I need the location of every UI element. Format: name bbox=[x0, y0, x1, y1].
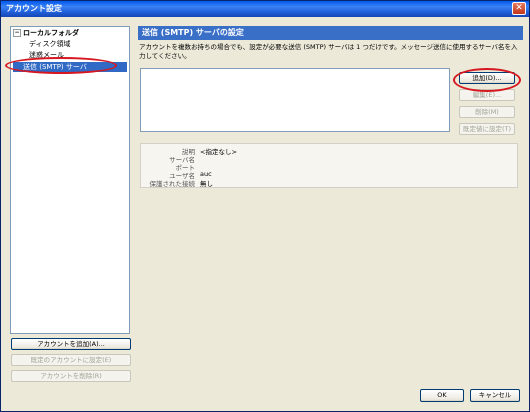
smtp-server-list[interactable] bbox=[140, 68, 450, 132]
delete-server-button[interactable]: 削除(M) bbox=[459, 106, 515, 118]
cancel-button[interactable]: キャンセル bbox=[470, 389, 520, 402]
secure-connection-value: 無し bbox=[200, 180, 213, 188]
account-settings-window: アカウント設定 ✕ − ローカルフォルダ ディスク領域 迷惑メール 送信 (SMT… bbox=[0, 0, 530, 412]
secure-connection-label: 保護された接続 bbox=[149, 180, 196, 188]
collapse-icon[interactable]: − bbox=[13, 29, 21, 37]
close-icon[interactable]: ✕ bbox=[512, 2, 526, 15]
remove-account-button[interactable]: アカウントを削除(R) bbox=[11, 370, 131, 382]
set-default-server-button[interactable]: 既定値に設定(T) bbox=[459, 123, 515, 135]
window-title: アカウント設定 bbox=[6, 4, 62, 13]
add-account-button[interactable]: アカウントを追加(A)... bbox=[11, 338, 131, 350]
description-value: <指定なし> bbox=[200, 148, 237, 156]
red-highlight-circle bbox=[453, 68, 521, 92]
set-default-account-button[interactable]: 既定のアカウントに設定(E) bbox=[11, 354, 131, 366]
ok-button[interactable]: OK bbox=[420, 389, 464, 402]
server-details: 説明 <指定なし> サーバ名 ポート ユーザ名 auc 保護された接続 無し bbox=[140, 143, 518, 188]
tree-item-label: ローカルフォルダ bbox=[23, 29, 79, 37]
panel-description: アカウントを複数お持ちの場合でも、設定が必要な送信 (SMTP) サーバは 1 … bbox=[139, 43, 518, 60]
tree-item-local-folders[interactable]: − ローカルフォルダ bbox=[13, 28, 79, 38]
tree-item-label: ディスク領域 bbox=[29, 40, 71, 48]
red-highlight-circle bbox=[5, 57, 117, 74]
tree-item-disk-space[interactable]: ディスク領域 bbox=[29, 39, 71, 49]
title-bar[interactable]: アカウント設定 ✕ bbox=[1, 1, 529, 17]
panel-title: 送信 (SMTP) サーバの設定 bbox=[138, 26, 523, 40]
username-value: auc bbox=[200, 170, 212, 178]
